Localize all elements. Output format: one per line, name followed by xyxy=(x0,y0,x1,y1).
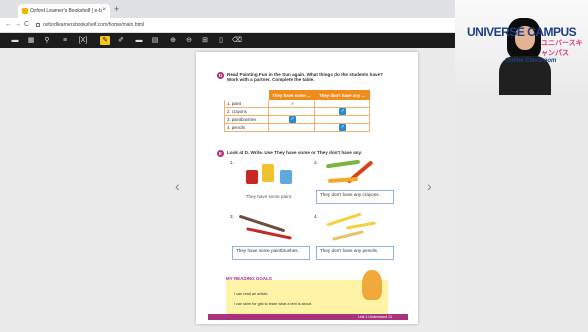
exercise-badge-d: D xyxy=(217,72,224,79)
answer-field-4[interactable]: They don't have any pencils. xyxy=(316,246,394,260)
marker-icon[interactable]: ✐ xyxy=(116,36,126,45)
eraser-icon[interactable]: ⌫ xyxy=(232,36,242,45)
comment-icon[interactable]: ▤ xyxy=(150,36,160,45)
url-field[interactable]: oxfordlearnersbookshelf.com/home/main.ht… xyxy=(36,22,144,28)
item-number: 1. xyxy=(230,160,234,165)
checkbox-checked-icon[interactable]: ✓ xyxy=(339,108,347,115)
blue-paint-pot xyxy=(280,170,292,184)
table-cell-some[interactable] xyxy=(268,123,315,132)
favicon-icon xyxy=(22,8,28,14)
exercise-d-instructions: Read Painting Fun in the Sun again. What… xyxy=(227,72,383,83)
table-item-label: 3. paintbrushes xyxy=(224,115,269,124)
school-logo-japanese: ユニバースキャンパス xyxy=(541,40,583,57)
reading-goals-box: MY READING GOALS I can read an article. … xyxy=(226,270,388,316)
book-page: D Read Painting Fun in the Sun again. Wh… xyxy=(196,52,418,324)
answer-field-1[interactable]: They have some paint. xyxy=(230,192,308,200)
tab-bar: Oxford Learner's Bookshelf | e-b × + xyxy=(0,0,455,18)
prev-page-icon[interactable]: ‹ xyxy=(175,178,180,194)
exercise-badge-e: E xyxy=(217,150,224,157)
page-icon[interactable]: ▯ xyxy=(216,36,226,45)
next-page-icon[interactable]: › xyxy=(427,178,432,194)
note-icon[interactable]: ▬ xyxy=(134,36,144,45)
mascot-illustration xyxy=(362,270,382,300)
things-table: They have some ... They don't have any .… xyxy=(224,90,371,132)
fit-icon[interactable]: [X] xyxy=(78,36,88,45)
zoom-in-icon[interactable]: ⊕ xyxy=(168,36,178,45)
grid-icon[interactable]: ▦ xyxy=(26,36,36,45)
yellow-paint-pot xyxy=(262,164,274,182)
table-cell-some[interactable]: ✓ xyxy=(268,99,315,108)
pencil xyxy=(332,230,364,241)
table-header-blank xyxy=(224,90,269,100)
back-icon[interactable]: ← xyxy=(5,21,12,28)
table-header-some: They have some ... xyxy=(268,90,315,100)
exercise-e-instructions: Look at D. Write. Use They have some or … xyxy=(227,150,362,155)
zoom-out-icon[interactable]: ⊖ xyxy=(184,36,194,45)
search-icon[interactable]: ⚲ xyxy=(42,36,52,45)
answer-field-2[interactable]: They don't have any crayons. xyxy=(316,190,394,204)
table-cell-any[interactable] xyxy=(313,115,371,124)
table-cell-some[interactable] xyxy=(268,107,315,116)
pencil xyxy=(345,221,377,230)
checkbox-checked-icon[interactable]: ✓ xyxy=(288,116,296,123)
layout-icon[interactable]: ⊞ xyxy=(200,36,210,45)
reload-icon[interactable]: C xyxy=(24,21,29,28)
tab-oxford-bookshelf[interactable]: Oxford Learner's Bookshelf | e-b × xyxy=(18,4,110,18)
table-row: 4. pencils ✓ xyxy=(224,123,371,132)
table-row: 1. paint ✓ xyxy=(224,99,371,108)
book-viewer: ‹ › D Read Painting Fun in the Sun again… xyxy=(0,48,455,332)
item-number: 3. xyxy=(230,214,234,219)
close-tab-icon[interactable]: × xyxy=(102,7,106,13)
forward-icon[interactable]: → xyxy=(14,21,21,28)
new-tab-button[interactable]: + xyxy=(114,4,119,14)
menu-icon[interactable]: ▬ xyxy=(10,36,20,45)
address-bar: ← → C oxfordlearnersbookshelf.com/home/m… xyxy=(0,18,455,33)
tab-title: Oxford Learner's Bookshelf | e-b xyxy=(30,8,102,14)
webcam-overlay: UNIVERSE CAMPUS ユニバースキャンパス Online Classr… xyxy=(455,0,588,95)
table-cell-any[interactable] xyxy=(313,99,371,108)
pen-icon[interactable]: ✎ xyxy=(100,36,110,45)
handwritten-check: ✓ xyxy=(290,100,295,106)
school-tagline: Online Classroom xyxy=(505,58,557,64)
list-icon[interactable]: ≡ xyxy=(60,36,70,45)
school-logo: UNIVERSE CAMPUS xyxy=(467,25,577,39)
table-cell-any[interactable]: ✓ xyxy=(313,123,371,132)
lock-icon xyxy=(36,22,40,27)
table-item-label: 1. paint xyxy=(224,99,269,108)
item-number: 4. xyxy=(314,214,318,219)
goal-line-1: I can read an article. xyxy=(234,292,269,296)
table-row: 3. paintbrushes ✓ xyxy=(224,115,371,124)
checkbox-checked-icon[interactable]: ✓ xyxy=(339,124,347,131)
table-header-any: They don't have any ... xyxy=(313,90,371,100)
red-paint-pot xyxy=(246,170,258,184)
yellow-crayon xyxy=(327,176,359,184)
item-number: 2. xyxy=(314,160,318,165)
browser-window: Oxford Learner's Bookshelf | e-b × + ← →… xyxy=(0,0,588,332)
answer-field-3[interactable]: They have some paintbrushes. xyxy=(232,246,310,260)
reader-toolbar: ▬ ▦ ⚲ ≡ [X] ✎ ✐ ▬ ▤ ⊕ ⊖ ⊞ ▯ ⌫ xyxy=(0,33,455,48)
table-row: 2. crayons ✓ xyxy=(224,107,371,116)
goal-line-2: I can skim for gist to learn what a text… xyxy=(234,302,313,306)
table-item-label: 4. pencils xyxy=(224,123,269,132)
table-cell-any[interactable]: ✓ xyxy=(313,107,371,116)
green-crayon xyxy=(325,159,361,169)
reading-goals-title: MY READING GOALS xyxy=(226,276,272,281)
url-text: oxfordlearnersbookshelf.com/home/main.ht… xyxy=(43,22,145,28)
table-item-label: 2. crayons xyxy=(224,107,269,116)
page-footer: Unit 1 Understand 13 xyxy=(208,314,408,320)
table-cell-some[interactable]: ✓ xyxy=(268,115,315,124)
